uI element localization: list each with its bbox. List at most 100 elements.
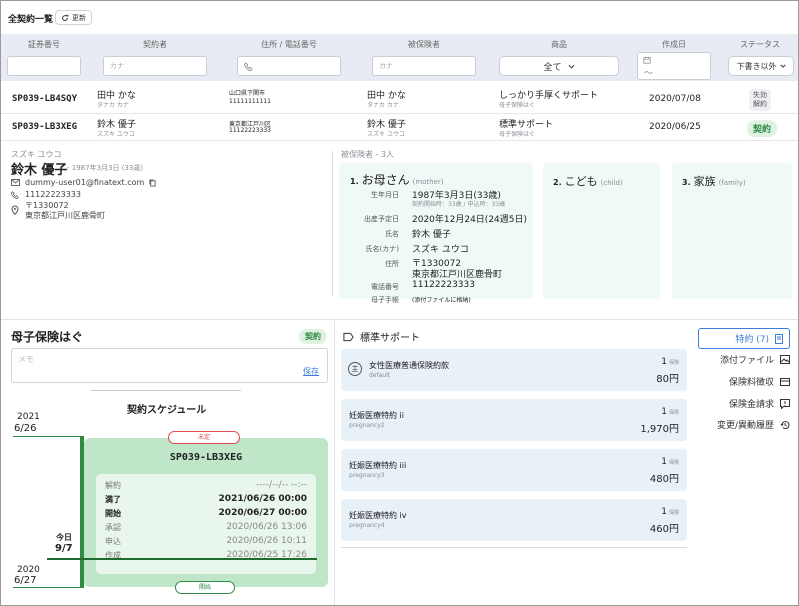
detail-label: 母子手帳 [371,296,399,304]
plan-item-count: 1 [661,507,667,517]
plan-item-card[interactable]: 主女性医療普通保険約款 default 1 保険 80円 [341,349,687,391]
refresh-icon [61,14,69,22]
contractor-phone: 11111111111 [229,98,271,105]
side-menu-premium[interactable]: 保険料徴収 [698,375,790,388]
plan-item-count-row: 1 保険 [661,357,679,367]
contractor-search-input[interactable]: カナ [103,56,207,76]
plan-item-count: 1 [661,407,667,417]
contractor-name: 鈴木 優子 [11,163,68,178]
credit-card-icon [780,377,790,386]
today-label: 今日 [56,533,72,542]
divider [1,319,798,320]
status-select[interactable]: 下書き以外 [728,56,794,76]
col-status: ステータス [740,40,780,49]
date-range-sep: 〜 [644,69,654,79]
plan-item-code: pregnancy3 [349,472,385,479]
plan-item-code: default [369,372,391,379]
detail-label: 氏名 [385,230,399,238]
side-menu-claim[interactable]: 保険金請求 [698,397,790,410]
insured-placeholder: カナ [379,62,393,70]
contractor-email: dummy-user01@finatext.com [25,178,145,187]
schedule-pill-top: 未定 [168,431,240,444]
side-menu-attachments[interactable]: 添付ファイル [698,353,790,366]
memo-input[interactable]: メモ 保存 [11,348,328,383]
plan-item-unit: 保険 [668,460,679,466]
timeline-date-bottom: 6/27 [14,575,37,586]
product-sub: 母子保険はぐ [499,131,536,138]
phone-icon [11,190,19,199]
table-row[interactable]: SP039-LB3XEG 鈴木 優子 スズキ ユウコ 東京都江戸川区 11122… [1,114,798,141]
detail-value: 11122223333 [412,280,475,290]
divider [334,321,335,605]
side-menu-label: 変更/異動履歴 [716,421,774,431]
col-insured: 被保険者 [408,40,440,49]
insured-name: 家族 [693,175,716,188]
main-contract-icon: 主 [348,362,362,376]
schedule-title: 契約スケジュール [127,405,207,416]
detail-sub: 契約開始時：33歳 / 申込時：33歳 [412,201,506,208]
policy-search-input[interactable] [7,56,81,76]
col-contractor: 契約者 [143,40,167,49]
insured-card-family[interactable]: 3. 家族 (family) [672,163,792,299]
refresh-button[interactable]: 更新 [55,10,92,25]
insured-role: (family) [718,179,746,187]
mail-icon [11,179,20,186]
copy-icon[interactable] [149,179,156,187]
insured-kana: スズキ ユウコ [367,131,405,138]
schedule-value: ----/--/-- --:-- [256,480,307,490]
contractor-address-row: 〒1330072 東京都江戸川区鹿骨町 [11,201,105,221]
plan-item-card[interactable]: 妊娠医療特約 ii pregnancy2 1 保険 1,970円 [341,399,687,441]
plan-item-card[interactable]: 妊娠医療特約 iv pregnancy4 1 保険 460円 [341,499,687,541]
contractor-birth: - 1987年3月3日 (33歳) [67,164,144,172]
filter-bar: 証券番号 契約者 住所 / 電話番号 被保険者 商品 作成日 ステータス カナ … [1,34,798,81]
insured-card-child[interactable]: 2. こども (child) [543,163,660,299]
created-date: 2020/07/08 [649,94,701,104]
insured-header: 被保険者 - 3人 [341,150,395,159]
phone-icon [244,61,253,71]
product-select[interactable]: 全て [499,56,619,76]
divider [332,151,333,296]
timeline-tick [13,436,81,437]
insured-role: (mother) [412,178,444,186]
insured-card-mother[interactable]: 1. お母さん (mother) 生年月日 1987年3月3日(33歳) 契約開… [339,163,533,304]
plan-item-name: 女性医療普通保険約款 [369,361,449,370]
plan-item-name: 妊娠医療特約 iii [349,461,407,470]
plan-item-code: pregnancy4 [349,522,385,529]
tag-icon [343,332,354,342]
schedule-label: 承認 [105,523,121,532]
col-date: 作成日 [662,40,686,49]
detail-value: (添付ファイルに格納) [412,297,471,304]
contractor-kana: タナカ カナ [97,102,129,109]
detail-label: 生年月日 [371,191,399,199]
rider-label: 特約 (7) [735,335,769,345]
plan-title: 標準サポート [360,333,420,344]
col-product: 商品 [551,40,567,49]
app-window: 全契約一覧 更新 証券番号 契約者 住所 / 電話番号 被保険者 商品 作成日 … [0,0,799,606]
insured-kana: タナカ カナ [367,102,399,109]
timeline-tick [13,587,81,588]
today-date: 9/7 [55,543,73,554]
insured-search-input[interactable]: カナ [372,56,476,76]
document-icon [775,333,783,344]
rider-button[interactable]: 特約 (7) [698,328,790,349]
status-badge: 失効 解約 [749,89,771,111]
image-icon [780,355,790,364]
schedule-policy-no: SP039-LB3XEG [169,452,243,463]
insured-role: (child) [600,179,623,187]
plan-item-card[interactable]: 妊娠医療特約 iii pregnancy3 1 保険 480円 [341,449,687,491]
schedule-label: 開始 [105,509,121,518]
table-row[interactable]: SP039-LB4SQY 田中 かな タナカ カナ 山口県下関市 1111111… [1,83,798,114]
memo-save-link[interactable]: 保存 [303,366,319,377]
phone-search-input[interactable] [237,56,341,76]
date-range-input[interactable]: 〜 [637,52,711,80]
contractor-placeholder: カナ [110,62,124,70]
policy-status-badge: 契約 [299,329,327,344]
plan-item-count: 1 [661,357,667,367]
schedule-label: 解約 [105,481,121,490]
insured-num: 1. [350,177,359,186]
plan-item-price: 460円 [649,524,679,535]
plan-item-price: 480円 [649,474,679,485]
plan-item-price: 1,970円 [640,424,679,435]
plan-item-count-row: 1 保険 [661,457,679,467]
side-menu-history[interactable]: 変更/異動履歴 [698,418,790,431]
